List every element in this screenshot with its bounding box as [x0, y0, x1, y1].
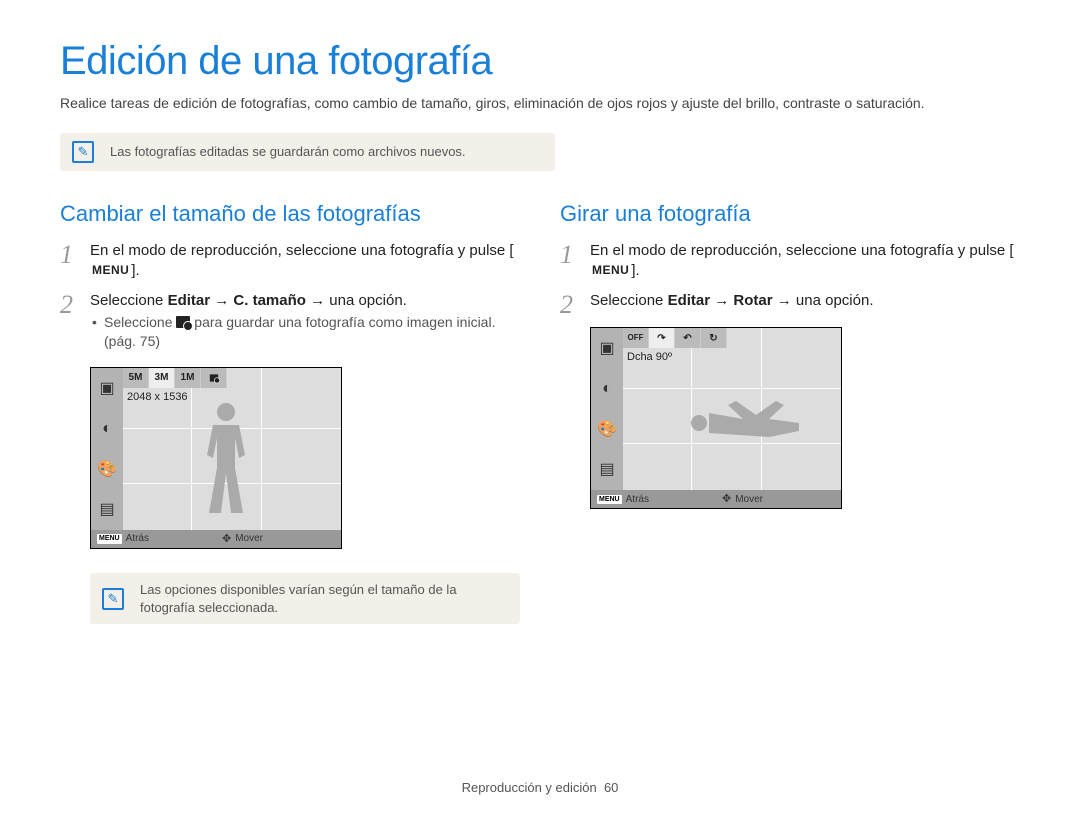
step1-text-a: En el modo de reproducción, seleccione u…	[90, 242, 514, 259]
page-title: Edición de una fotografía	[60, 34, 1020, 88]
note-icon: ✎	[102, 588, 124, 610]
screen-footer: MENU Atrás ✥ Mover	[91, 530, 341, 548]
step2-rotar: Rotar	[733, 292, 772, 309]
footer-page-number: 60	[604, 780, 618, 795]
person-silhouette-icon	[201, 403, 251, 523]
col-resize: Cambiar el tamaño de las fotografías 1 E…	[60, 199, 520, 661]
rotate-step-2: 2 Seleccione Editar → Rotar → una opción…	[560, 291, 1020, 516]
step1-text-a: En el modo de reproducción, seleccione u…	[590, 242, 1014, 259]
menu-button-label: MENU	[90, 261, 131, 279]
resize-step-1: 1 En el modo de reproducción, seleccione…	[60, 241, 520, 284]
note-options-vary: ✎ Las opciones disponibles varían según …	[90, 573, 520, 624]
note2-text: Las opciones disponibles varían según el…	[140, 581, 508, 616]
rotate-screen: ▣ ◐ 🎨 ▤ OFF ↷ ↶ ↻ Dcha 90º	[590, 327, 842, 509]
step1-text-b: ].	[131, 262, 139, 279]
step-number: 1	[60, 241, 80, 284]
menu-button-label: MENU	[590, 261, 631, 279]
step2-tail: → una opción.	[306, 292, 407, 309]
col-rotate: Girar una fotografía 1 En el modo de rep…	[560, 199, 1020, 661]
step2-editar: Editar	[168, 292, 211, 309]
sidebar-resize-icon: ▣	[91, 368, 123, 409]
dpad-icon: ✥	[222, 532, 231, 547]
sub-a: Seleccione	[104, 314, 176, 330]
step2-text-a: Seleccione	[590, 292, 668, 309]
screen-sidebar: ▣ ◐ 🎨 ▤	[91, 368, 123, 530]
footer-move: Mover	[735, 493, 763, 507]
size-opt-5m: 5M	[123, 368, 149, 388]
rotate-options-row: OFF ↷ ↶ ↻	[623, 328, 727, 348]
resize-screen: ▣ ◐ 🎨 ▤ 5M 3M 1M 2048 x 1536	[90, 367, 342, 549]
note-new-file: ✎ Las fotografías editadas se guardarán …	[60, 133, 555, 171]
rotate-180-icon: ↻	[701, 328, 727, 348]
step2-tail: → una opción.	[773, 292, 874, 309]
screen-footer: MENU Atrás ✥ Mover	[591, 490, 841, 508]
sidebar-resize-icon: ▣	[591, 328, 623, 369]
size-opt-3m: 3M	[149, 368, 175, 388]
start-image-icon	[176, 316, 190, 328]
footer-move: Mover	[235, 532, 263, 546]
step-number: 2	[60, 291, 80, 652]
size-opt-1m: 1M	[175, 368, 201, 388]
step1-text-b: ].	[631, 262, 639, 279]
size-options-row: 5M 3M 1M	[123, 368, 227, 388]
footer-back: Atrás	[626, 493, 649, 507]
step-number: 2	[560, 291, 580, 516]
size-opt-start	[201, 368, 227, 388]
sidebar-palette-icon: 🎨	[91, 449, 123, 490]
rotate-label: Dcha 90º	[627, 350, 672, 365]
sidebar-film-icon: ▤	[91, 490, 123, 531]
step2-arrow1: →	[710, 292, 733, 309]
resize-step-2: 2 Seleccione Editar → C. tamaño → una op…	[60, 291, 520, 652]
rotate-left-icon: ↶	[675, 328, 701, 348]
note-icon: ✎	[72, 141, 94, 163]
step2-arrow1: →	[210, 292, 233, 309]
heading-resize: Cambiar el tamaño de las fotografías	[60, 199, 520, 229]
page-intro: Realice tareas de edición de fotografías…	[60, 94, 1020, 113]
person-lying-silhouette-icon	[681, 398, 811, 448]
step2-text-a: Seleccione	[90, 292, 168, 309]
footer-section: Reproducción y edición	[462, 780, 597, 795]
rotate-right-icon: ↷	[649, 328, 675, 348]
screen-sidebar: ▣ ◐ 🎨 ▤	[591, 328, 623, 490]
heading-rotate: Girar una fotografía	[560, 199, 1020, 229]
step2-ctamano: C. tamaño	[233, 292, 306, 309]
sidebar-rotate-icon: ◐	[91, 409, 123, 450]
resolution-label: 2048 x 1536	[127, 390, 188, 405]
rotate-off-icon: OFF	[623, 328, 649, 348]
dpad-icon: ✥	[722, 492, 731, 507]
step-number: 1	[560, 241, 580, 284]
sidebar-rotate-icon: ◐	[591, 369, 623, 410]
page-footer: Reproducción y edición 60	[0, 779, 1080, 797]
rotate-step-1: 1 En el modo de reproducción, seleccione…	[560, 241, 1020, 284]
menu-tag-icon: MENU	[597, 495, 622, 504]
footer-back: Atrás	[126, 532, 149, 546]
sidebar-film-icon: ▤	[591, 450, 623, 491]
resize-substep: Seleccione para guardar una fotografía c…	[90, 313, 520, 351]
step2-editar: Editar	[668, 292, 711, 309]
sidebar-palette-icon: 🎨	[591, 409, 623, 450]
note-text: Las fotografías editadas se guardarán co…	[110, 143, 466, 161]
menu-tag-icon: MENU	[97, 534, 122, 543]
